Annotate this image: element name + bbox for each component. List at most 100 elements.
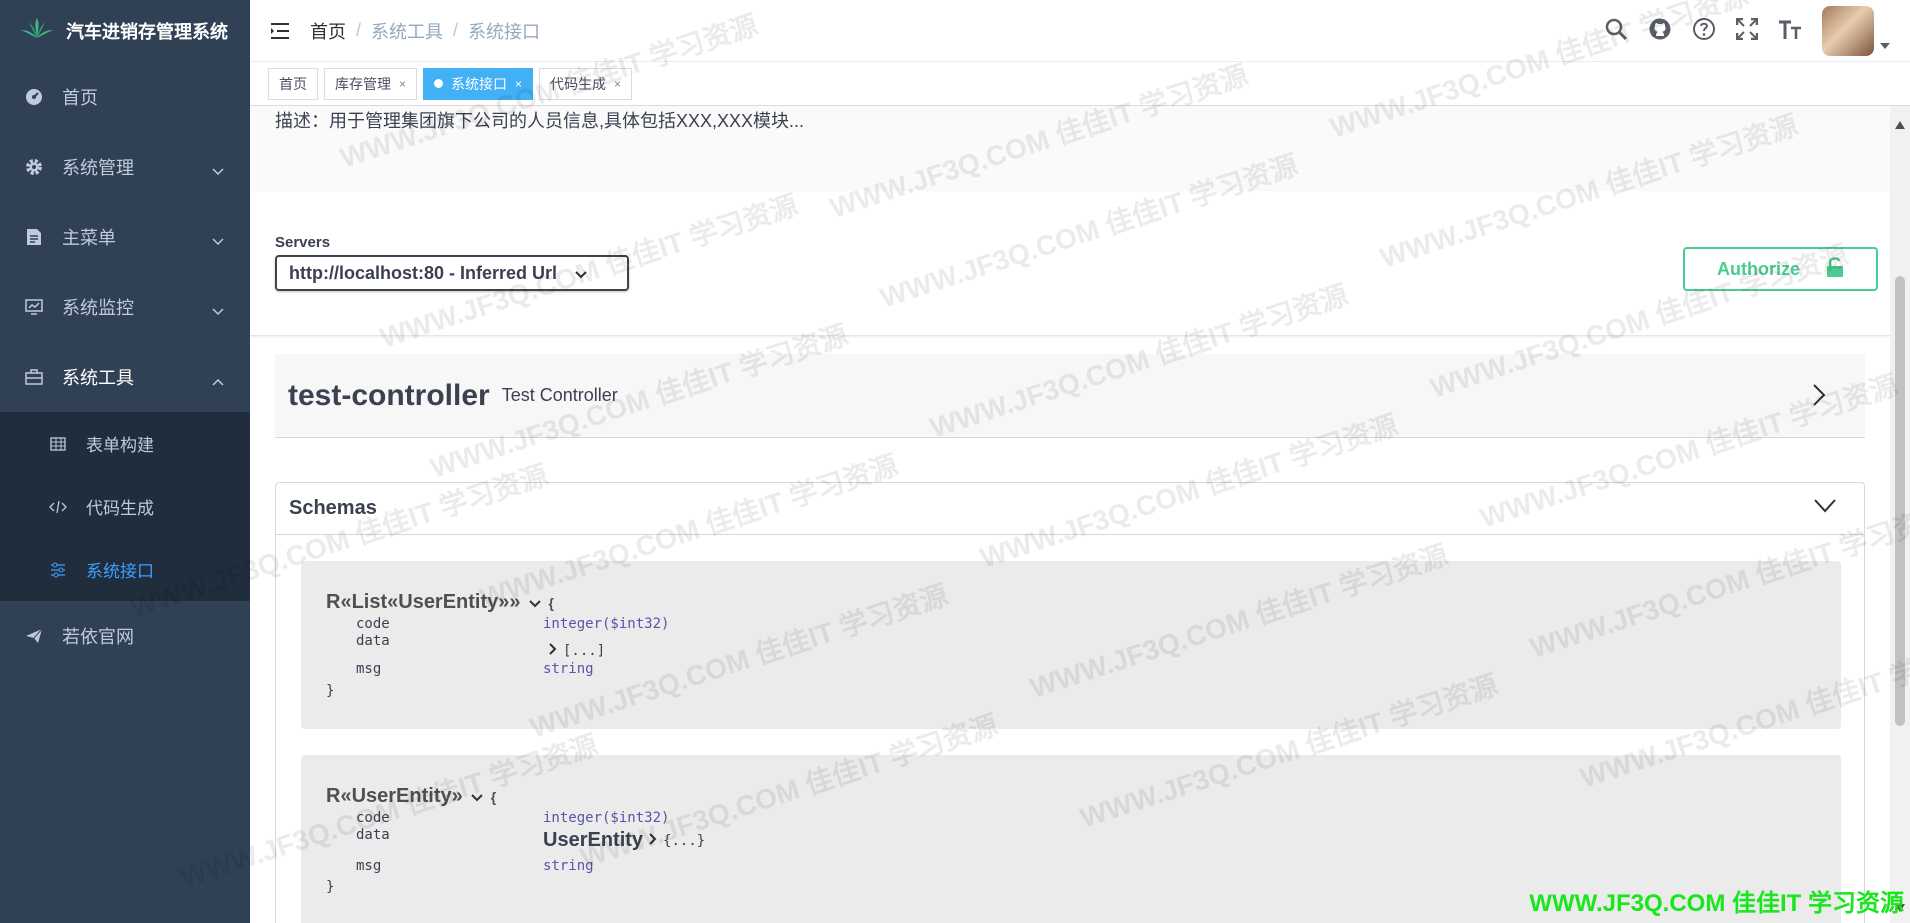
sidebar: 汽车进销存管理系统 首页 系统管理 主菜单 系统监控 系统工具 表单构建 代码生… xyxy=(0,0,250,923)
chevron-down-icon xyxy=(1814,499,1836,518)
tag-inventory[interactable]: 库存管理 × xyxy=(324,67,418,100)
sidebar-item-home[interactable]: 首页 xyxy=(0,62,250,132)
breadcrumb-separator: / xyxy=(356,20,362,40)
prop-name: msg xyxy=(356,661,382,677)
monitor-icon xyxy=(24,297,44,317)
schemas-header[interactable]: Schemas xyxy=(276,483,1864,535)
sidebar-item-label: 系统监控 xyxy=(62,298,134,318)
sidebar-item-label: 代码生成 xyxy=(86,499,154,518)
header-tools xyxy=(1604,0,1890,62)
controller-name: test-controller xyxy=(288,378,490,412)
code-icon xyxy=(48,497,68,517)
search-icon[interactable] xyxy=(1604,17,1628,46)
sidebar-item-label: 表单构建 xyxy=(86,436,154,455)
prop-type: integer($int32) xyxy=(543,810,670,826)
help-icon[interactable] xyxy=(1692,17,1716,46)
api-description: 描述：用于管理集团旗下公司的人员信息,具体包括XXX,XXX模块... xyxy=(275,111,805,131)
sidebar-item-code-gen[interactable]: 代码生成 xyxy=(0,475,250,538)
scrollbar-thumb[interactable] xyxy=(1895,276,1905,726)
document-icon xyxy=(24,227,44,247)
fullscreen-icon[interactable] xyxy=(1735,17,1759,45)
close-icon[interactable]: × xyxy=(515,77,522,91)
app-root: 汽车进销存管理系统 首页 系统管理 主菜单 系统监控 系统工具 表单构建 代码生… xyxy=(0,0,1910,923)
sliders-icon xyxy=(48,560,68,580)
scroll-down-icon[interactable] xyxy=(1895,899,1905,917)
caret-down-icon[interactable] xyxy=(1880,36,1890,54)
sidebar-item-main-menu[interactable]: 主菜单 xyxy=(0,202,250,272)
chevron-down-icon xyxy=(471,785,483,808)
prop-array-toggle[interactable]: [...] xyxy=(549,643,605,659)
model-box: R«List«UserEntity»» { code integer($int3… xyxy=(301,561,1841,729)
model-title-row[interactable]: R«List«UserEntity»» { xyxy=(326,591,554,614)
close-icon[interactable]: × xyxy=(614,77,621,91)
model-title: R«UserEntity» xyxy=(326,785,463,807)
hamburger-icon[interactable] xyxy=(250,22,310,40)
model-title: R«List«UserEntity»» xyxy=(326,591,521,613)
server-select-value: http://localhost:80 - Inferred Url xyxy=(289,262,558,283)
leaf-logo-icon xyxy=(20,17,54,45)
tag-label: 代码生成 xyxy=(550,75,607,92)
prop-type: {...} xyxy=(663,832,706,849)
toolbox-icon xyxy=(24,367,44,387)
sidebar-item-system-monitor[interactable]: 系统监控 xyxy=(0,272,250,342)
breadcrumb-item-home[interactable]: 首页 xyxy=(310,18,346,44)
font-size-icon[interactable] xyxy=(1778,18,1802,45)
server-select[interactable]: http://localhost:80 - Inferred Url xyxy=(275,255,629,291)
model-box: R«UserEntity» { code integer($int32) dat… xyxy=(301,755,1841,923)
sidebar-item-form-builder[interactable]: 表单构建 xyxy=(0,412,250,475)
sidebar-item-system-tools[interactable]: 系统工具 xyxy=(0,342,250,412)
chevron-down-icon xyxy=(212,230,224,251)
controller-section-header[interactable]: test-controller Test Controller xyxy=(275,354,1865,438)
chevron-down-icon xyxy=(575,263,587,284)
prop-type: integer($int32) xyxy=(543,616,670,632)
close-brace: } xyxy=(326,683,335,699)
sidebar-item-label: 主菜单 xyxy=(62,228,116,248)
chevron-right-icon xyxy=(549,643,557,659)
app-logo[interactable]: 汽车进销存管理系统 xyxy=(0,0,250,62)
sidebar-item-label: 系统接口 xyxy=(86,562,154,581)
chevron-up-icon xyxy=(212,370,224,391)
tag-label: 系统接口 xyxy=(451,75,508,92)
top-navbar: 首页 / 系统工具 / 系统接口 xyxy=(250,0,1910,62)
swagger-content: 描述：用于管理集团旗下公司的人员信息,具体包括XXX,XXX模块... Serv… xyxy=(250,106,1890,923)
avatar[interactable] xyxy=(1822,6,1874,56)
close-brace: } xyxy=(326,879,335,895)
breadcrumb-item-system-tools: 系统工具 xyxy=(371,21,444,42)
prop-name: msg xyxy=(356,858,382,874)
chevron-right-icon xyxy=(1813,384,1826,411)
sidebar-item-ruoyi-site[interactable]: 若依官网 xyxy=(0,601,250,671)
prop-ref-toggle[interactable]: UserEntity {...} xyxy=(543,829,705,852)
tag-home[interactable]: 首页 xyxy=(268,67,318,100)
chevron-down-icon xyxy=(212,300,224,321)
sidebar-item-system-api[interactable]: 系统接口 xyxy=(0,538,250,601)
table-icon xyxy=(48,434,68,454)
page-scrollbar[interactable] xyxy=(1890,106,1910,923)
schemas-title: Schemas xyxy=(289,497,377,519)
tags-view: 首页 库存管理 × 系统接口 × 代码生成 × xyxy=(250,62,1910,106)
paper-plane-icon xyxy=(24,626,44,646)
scroll-up-icon[interactable] xyxy=(1895,116,1905,134)
sidebar-item-label: 系统管理 xyxy=(62,158,134,178)
chevron-down-icon xyxy=(212,160,224,181)
gear-icon xyxy=(24,157,44,177)
model-title-row[interactable]: R«UserEntity» { xyxy=(326,785,496,808)
breadcrumb-separator: / xyxy=(453,20,459,40)
schemas-section: Schemas R«List«UserEntity»» { code integ… xyxy=(275,482,1865,923)
sidebar-item-system-management[interactable]: 系统管理 xyxy=(0,132,250,202)
chevron-down-icon xyxy=(528,591,541,614)
sidebar-item-label: 首页 xyxy=(62,88,98,108)
tag-system-api[interactable]: 系统接口 × xyxy=(423,67,534,100)
info-section: 描述：用于管理集团旗下公司的人员信息,具体包括XXX,XXX模块... xyxy=(250,106,1890,191)
chevron-right-icon xyxy=(649,832,657,849)
authorize-button[interactable]: Authorize xyxy=(1683,247,1878,291)
sidebar-submenu-system-tools: 表单构建 代码生成 系统接口 xyxy=(0,412,250,601)
close-icon[interactable]: × xyxy=(399,77,406,91)
github-icon[interactable] xyxy=(1648,17,1672,46)
open-brace: { xyxy=(490,788,497,805)
tag-code-gen[interactable]: 代码生成 × xyxy=(539,67,633,100)
prop-type: [...] xyxy=(563,643,606,659)
prop-type: string xyxy=(543,661,594,677)
dashboard-icon xyxy=(24,87,44,107)
unlock-icon xyxy=(1826,256,1844,283)
prop-type: string xyxy=(543,858,594,874)
